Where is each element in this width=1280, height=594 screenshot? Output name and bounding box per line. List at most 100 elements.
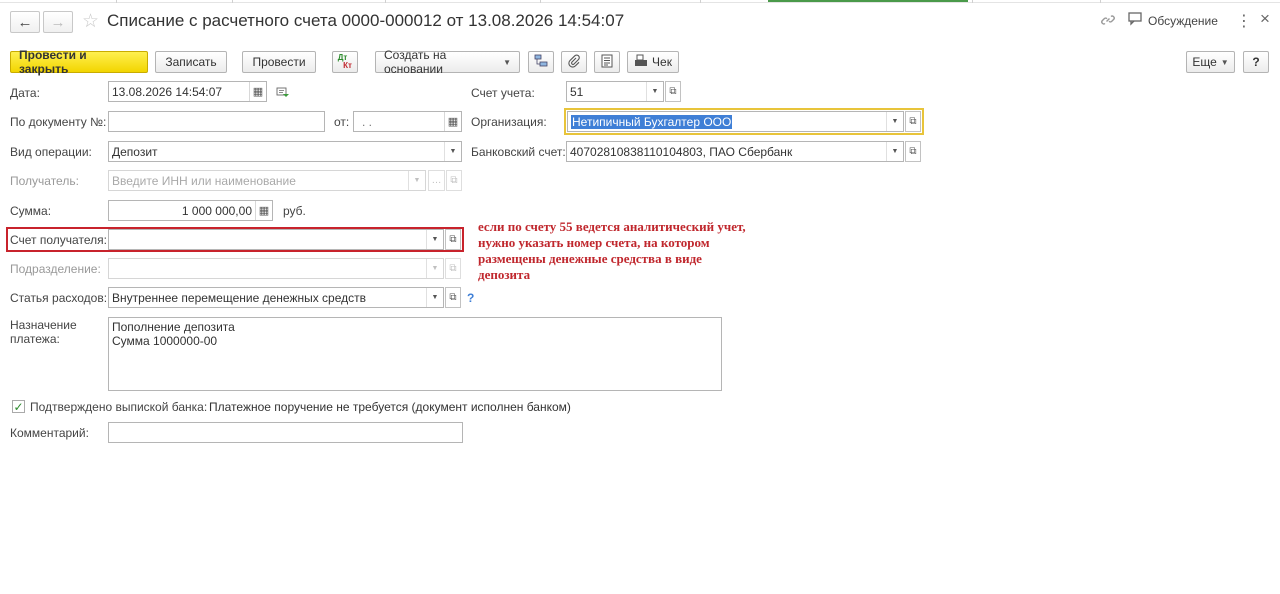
doc-number-input[interactable] [108,111,325,132]
annotation-line-1: если по счету 55 ведется аналитический у… [478,219,746,234]
operation-type-select[interactable]: Депозит ▼ [108,141,462,162]
caret-down-icon[interactable]: ▼ [444,142,461,161]
post-and-close-button[interactable]: Провести и закрыть [10,48,148,76]
account-open-button[interactable]: ⧉ [665,81,681,102]
tab-divider [700,0,701,3]
open-window-icon: ⧉ [449,292,457,303]
page-title: Списание с расчетного счета 0000-000012 … [107,11,625,30]
paperclip-icon [567,54,581,71]
comment-input[interactable] [108,422,463,443]
bank-account-label: Банковский счет: [471,145,566,159]
annotation-line-2: нужно указать номер счета, на котором [478,235,710,250]
annotation-line-3: размещены денежные средства в виде [478,251,702,266]
division-open-button[interactable]: ⧉ [445,258,461,279]
purpose-label-line-2: платежа: [10,332,60,346]
forward-button[interactable]: → [43,11,73,33]
operation-type-value: Депозит [112,144,158,159]
calendar-icon[interactable]: ▦ [249,82,266,101]
kebab-icon[interactable]: ⋮ [1236,11,1252,31]
create-based-on-button[interactable]: Создать на основании ▼ [375,48,520,76]
recipient-account-open-button[interactable]: ⧉ [445,229,461,250]
expense-select[interactable]: Внутреннее перемещение денежных средств … [108,287,444,308]
organization-select[interactable]: Нетипичный Бухгалтер ООО ▼ [567,111,904,132]
account-select[interactable]: 51 ▼ [566,81,664,102]
caret-down-icon[interactable]: ▼ [646,82,663,101]
payment-order-text: Платежное поручение не требуется (докуме… [209,400,571,414]
caret-down-icon[interactable]: ▼ [426,259,443,278]
hierarchy-icon [534,54,548,71]
expense-label: Статья расходов: [10,291,108,305]
back-button[interactable]: ← [10,11,40,33]
ellipsis-icon: … [431,175,442,186]
help-button[interactable]: ? [1243,51,1269,73]
caret-down-icon[interactable]: ▼ [886,142,903,161]
recipient-select-button[interactable]: … [428,170,445,191]
cash-register-icon [634,54,648,70]
calculator-icon[interactable]: ▦ [255,201,272,220]
bank-account-select[interactable]: 40702810838110104803, ПАО Сбербанк ▼ [566,141,904,162]
post-button[interactable]: Провести [242,51,316,73]
link-icon[interactable] [1100,12,1116,32]
expense-value: Внутреннее перемещение денежных средств [112,290,367,305]
close-icon[interactable]: × [1260,9,1270,29]
open-window-icon: ⧉ [449,234,457,245]
organization-label: Организация: [471,115,547,129]
tab-divider [232,0,233,3]
save-button[interactable]: Записать [155,51,227,73]
recipient-account-label: Счет получателя: [10,233,107,247]
account-value: 51 [570,84,584,99]
recipient-account-select[interactable]: ▼ [108,229,444,250]
star-icon[interactable]: ☆ [82,10,99,33]
doc-date-value: . . [362,114,373,129]
recipient-placeholder: Введите ИНН или наименование [112,173,296,188]
open-window-icon: ⧉ [449,263,457,274]
tab-divider [972,0,973,3]
recipient-input[interactable]: Введите ИНН или наименование ▼ [108,170,426,191]
date-label: Дата: [10,86,40,100]
sum-input[interactable]: 1 000 000,00 ▦ [108,200,273,221]
arrow-left-icon: ← [17,13,33,31]
open-window-icon: ⧉ [450,175,458,186]
structure-button[interactable] [528,51,554,73]
caret-down-icon[interactable]: ▼ [426,288,443,307]
open-window-icon: ⧉ [909,116,917,127]
recipient-open-button[interactable]: ⧉ [446,170,462,191]
arrow-down-green-icon[interactable] [276,86,290,101]
caret-down-icon: ▼ [503,57,511,67]
purpose-label: Назначение платежа: [10,318,77,346]
caret-down-icon[interactable]: ▼ [408,171,425,190]
receipt-label: Чек [652,55,672,69]
open-window-icon: ⧉ [669,86,677,97]
division-label: Подразделение: [10,262,101,276]
caret-down-icon[interactable]: ▼ [426,230,443,249]
bank-account-open-button[interactable]: ⧉ [905,141,921,162]
dt-kt-button[interactable]: Дт Кт [332,51,358,73]
discussion-button[interactable]: Обсуждение [1128,12,1218,29]
create-based-on-label: Создать на основании [384,48,447,76]
expense-open-button[interactable]: ⧉ [445,287,461,308]
print-list-button[interactable] [594,51,620,73]
sum-label: Сумма: [10,204,52,218]
calendar-icon[interactable]: ▦ [444,112,461,131]
kt-label: Кт [343,61,352,70]
date-field[interactable]: 13.08.2026 14:54:07 ▦ [108,81,267,102]
doc-date-field[interactable]: . . ▦ [353,111,462,132]
recipient-label: Получатель: [10,174,79,188]
receipt-button[interactable]: Чек [627,51,679,73]
sum-value: 1 000 000,00 [181,203,252,218]
bank-account-value: 40702810838110104803, ПАО Сбербанк [570,144,793,159]
organization-open-button[interactable]: ⧉ [905,111,921,132]
date-value: 13.08.2026 14:54:07 [112,84,223,99]
caret-down-icon[interactable]: ▼ [886,112,903,131]
purpose-line-1: Пополнение депозита [112,320,235,334]
document-icon [601,54,613,71]
attach-button[interactable] [561,51,587,73]
account-label: Счет учета: [471,86,535,100]
division-select[interactable]: ▼ [108,258,444,279]
bank-confirmed-checkbox[interactable]: ✓ [12,400,25,414]
purpose-label-line-1: Назначение [10,318,77,332]
help-question-icon[interactable]: ? [467,291,474,305]
caret-down-icon: ▼ [1220,57,1229,67]
purpose-textarea[interactable]: Пополнение депозита Сумма 1000000-00 [108,317,722,391]
more-button[interactable]: Еще ▼ [1186,51,1235,73]
